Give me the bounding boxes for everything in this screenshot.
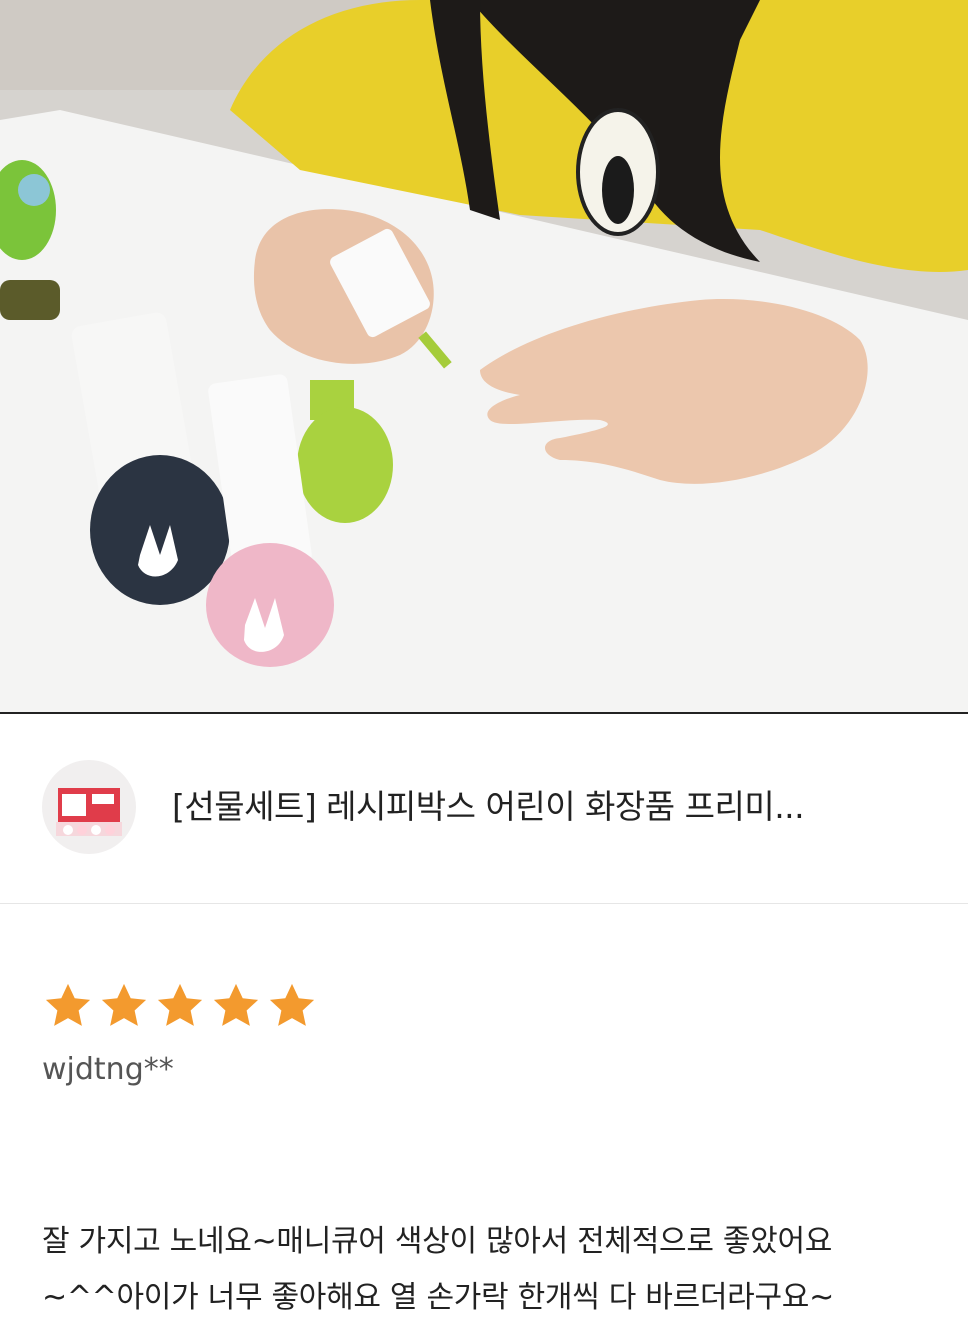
product-title[interactable]: [선물세트] 레시피박스 어린이 화장품 프리미... (172, 780, 912, 828)
gift-set-thumbnail (42, 760, 136, 854)
star-icon (269, 983, 315, 1026)
star-icon (213, 983, 259, 1026)
child-painting-nails-photo (0, 0, 968, 712)
review-photo[interactable] (0, 0, 968, 714)
star-icon (45, 983, 91, 1026)
star-icon (101, 983, 147, 1026)
review-line: 잘 가지고 노네요~매니큐어 색상이 많아서 전체적으로 좋았어요 (42, 1224, 833, 1259)
product-link[interactable]: [선물세트] 레시피박스 어린이 화장품 프리미... (0, 716, 968, 904)
review-line: ~^^아이가 너무 좋아해요 열 손가락 한개씩 다 바르더라구요~ (42, 1280, 834, 1315)
review-text: 잘 가지고 노네요~매니큐어 색상이 많아서 전체적으로 좋았어요 ~^^아이가… (42, 1214, 942, 1326)
rating-stars (42, 980, 318, 1036)
reviewer-username: wjdtng** (42, 1052, 174, 1087)
star-icon (157, 983, 203, 1026)
